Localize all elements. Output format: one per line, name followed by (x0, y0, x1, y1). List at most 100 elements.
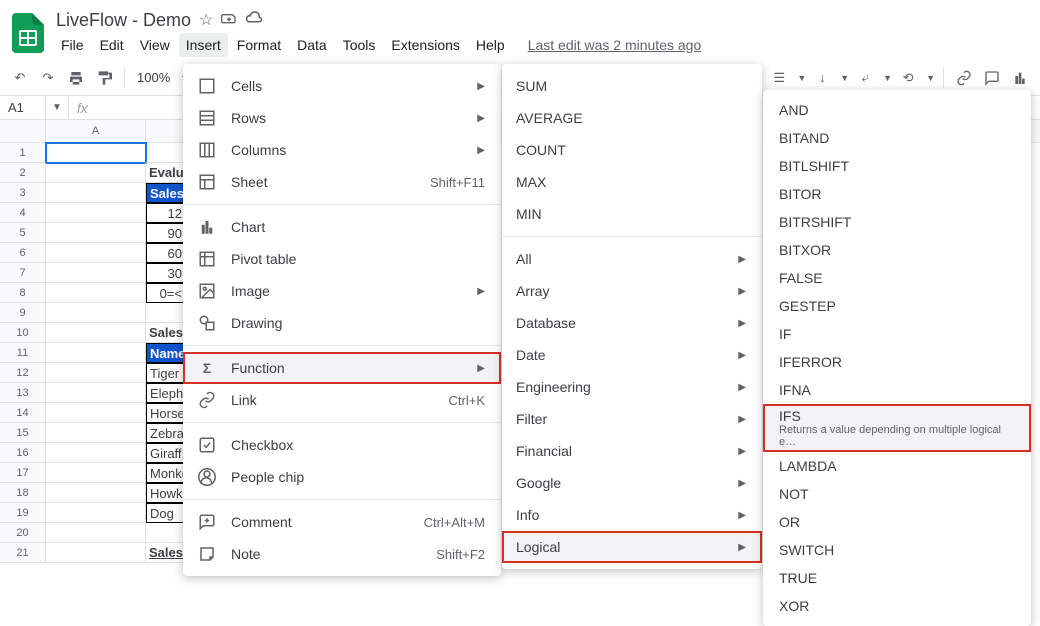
logical-not[interactable]: NOT (763, 480, 1031, 508)
row-header[interactable]: 16 (0, 443, 46, 463)
logical-bitrshift[interactable]: BITRSHIFT (763, 208, 1031, 236)
link-icon[interactable] (952, 66, 976, 90)
cell[interactable]: Dog (146, 503, 186, 523)
cell[interactable] (46, 423, 146, 443)
row-header[interactable]: 4 (0, 203, 46, 223)
menu-format[interactable]: Format (230, 33, 288, 57)
logical-bitxor[interactable]: BITXOR (763, 236, 1031, 264)
menu-tools[interactable]: Tools (336, 33, 383, 57)
menu-insert[interactable]: Insert (179, 33, 228, 57)
row-header[interactable]: 10 (0, 323, 46, 343)
row-header[interactable]: 12 (0, 363, 46, 383)
insert-note[interactable]: NoteShift+F2 (183, 538, 501, 570)
doc-title[interactable]: LiveFlow - Demo (56, 10, 191, 31)
insert-cells[interactable]: Cells▶ (183, 70, 501, 102)
func-all[interactable]: All▶ (502, 243, 762, 275)
cell[interactable] (46, 523, 146, 543)
cell[interactable]: 12 (146, 203, 186, 223)
cell[interactable] (46, 283, 146, 303)
undo-icon[interactable]: ↶ (8, 66, 32, 90)
row-header[interactable]: 5 (0, 223, 46, 243)
select-all-corner[interactable] (0, 120, 46, 142)
insert-columns[interactable]: Columns▶ (183, 134, 501, 166)
func-average[interactable]: AVERAGE (502, 102, 762, 134)
cell[interactable] (46, 383, 146, 403)
logical-and[interactable]: AND (763, 96, 1031, 124)
menu-extensions[interactable]: Extensions (384, 33, 466, 57)
func-logical[interactable]: Logical▶ (502, 531, 762, 563)
logical-bitlshift[interactable]: BITLSHIFT (763, 152, 1031, 180)
row-header[interactable]: 9 (0, 303, 46, 323)
cell[interactable] (46, 323, 146, 343)
cell[interactable] (46, 203, 146, 223)
func-min[interactable]: MIN (502, 198, 762, 230)
row-header[interactable]: 20 (0, 523, 46, 543)
menu-edit[interactable]: Edit (93, 33, 131, 57)
column-header-b[interactable] (146, 120, 186, 142)
row-header[interactable]: 6 (0, 243, 46, 263)
row-header[interactable]: 13 (0, 383, 46, 403)
insert-image[interactable]: Image▶ (183, 275, 501, 307)
cell[interactable]: Name (146, 343, 186, 363)
func-info[interactable]: Info▶ (502, 499, 762, 531)
logical-xor[interactable]: XOR (763, 592, 1031, 620)
row-header[interactable]: 2 (0, 163, 46, 183)
func-count[interactable]: COUNT (502, 134, 762, 166)
row-header[interactable]: 15 (0, 423, 46, 443)
column-header-a[interactable]: A (46, 120, 146, 142)
insert-checkbox[interactable]: Checkbox (183, 429, 501, 461)
cell[interactable]: Giraff (146, 443, 186, 463)
print-icon[interactable] (64, 66, 88, 90)
row-header[interactable]: 19 (0, 503, 46, 523)
row-header[interactable]: 8 (0, 283, 46, 303)
logical-bitand[interactable]: BITAND (763, 124, 1031, 152)
row-header[interactable]: 7 (0, 263, 46, 283)
cell[interactable] (46, 363, 146, 383)
func-financial[interactable]: Financial▶ (502, 435, 762, 467)
cell[interactable] (46, 443, 146, 463)
cell[interactable] (46, 183, 146, 203)
zoom-select[interactable]: 100% (133, 70, 174, 85)
cell[interactable] (46, 463, 146, 483)
logical-ifs[interactable]: IFSReturns a value depending on multiple… (763, 404, 1031, 452)
cell[interactable]: Zebra (146, 423, 186, 443)
cell[interactable]: Howk (146, 483, 186, 503)
cell[interactable] (46, 243, 146, 263)
cell[interactable]: 0=< (146, 283, 186, 303)
cell[interactable] (46, 483, 146, 503)
cell[interactable] (46, 303, 146, 323)
logical-if[interactable]: IF (763, 320, 1031, 348)
row-header[interactable]: 14 (0, 403, 46, 423)
cell[interactable]: 90 (146, 223, 186, 243)
func-database[interactable]: Database▶ (502, 307, 762, 339)
func-max[interactable]: MAX (502, 166, 762, 198)
chevron-down-icon[interactable]: ▼ (46, 96, 69, 119)
v-align-icon[interactable]: ↓ (810, 66, 834, 90)
func-engineering[interactable]: Engineering▶ (502, 371, 762, 403)
chart-toolbar-icon[interactable] (1008, 66, 1032, 90)
func-google[interactable]: Google▶ (502, 467, 762, 499)
cell[interactable]: Sales (146, 183, 186, 203)
cell[interactable] (46, 143, 146, 163)
logical-gestep[interactable]: GESTEP (763, 292, 1031, 320)
cell[interactable]: Tiger (146, 363, 186, 383)
logical-lambda[interactable]: LAMBDA (763, 452, 1031, 480)
row-header[interactable]: 17 (0, 463, 46, 483)
redo-icon[interactable]: ↷ (36, 66, 60, 90)
cell[interactable]: 60 (146, 243, 186, 263)
func-filter[interactable]: Filter▶ (502, 403, 762, 435)
cell[interactable] (46, 223, 146, 243)
func-date[interactable]: Date▶ (502, 339, 762, 371)
wrap-icon[interactable]: ⤶ (853, 66, 877, 90)
menu-help[interactable]: Help (469, 33, 512, 57)
insert-rows[interactable]: Rows▶ (183, 102, 501, 134)
h-align-icon[interactable]: ☰ (767, 66, 791, 90)
insert-people-chip[interactable]: People chip (183, 461, 501, 493)
row-header[interactable]: 21 (0, 543, 46, 563)
cell[interactable] (146, 303, 186, 323)
cloud-status-icon[interactable] (245, 11, 263, 30)
cell[interactable] (46, 543, 146, 563)
cell[interactable] (46, 343, 146, 363)
star-icon[interactable]: ☆ (199, 10, 213, 30)
logical-ifna[interactable]: IFNA (763, 376, 1031, 404)
